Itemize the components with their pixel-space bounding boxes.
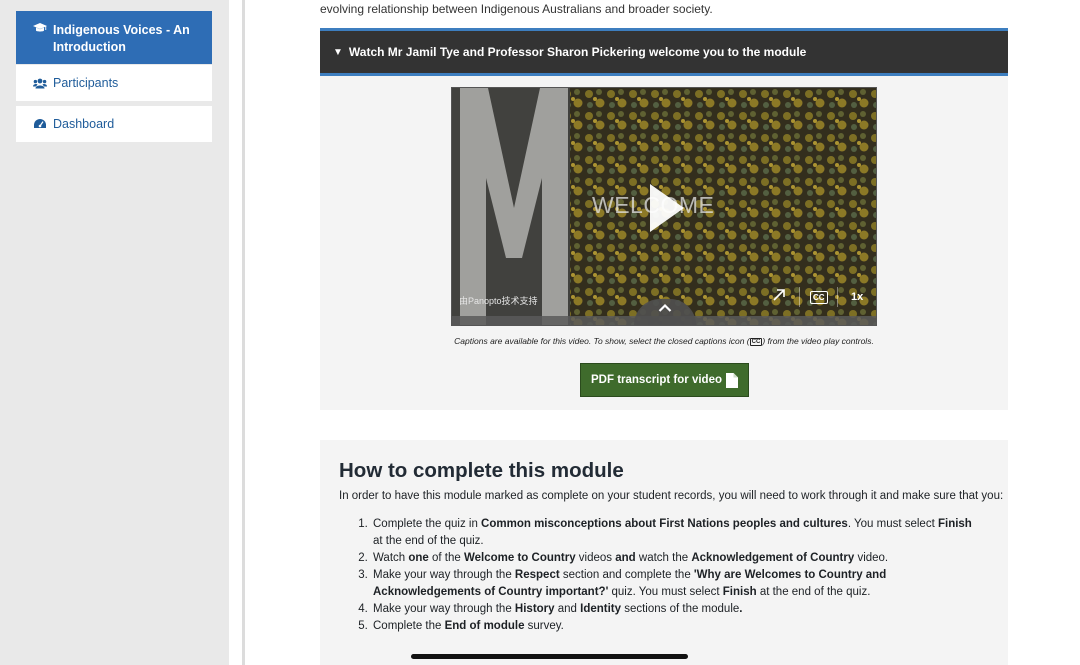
list-item: Complete the quiz in Common misconceptio… bbox=[371, 516, 979, 550]
list-item: Watch one of the Welcome to Country vide… bbox=[371, 550, 979, 567]
triangle-down-icon: ▼ bbox=[333, 46, 343, 58]
sidebar-item-participants[interactable]: Participants bbox=[16, 65, 212, 101]
section-heading: How to complete this module bbox=[339, 459, 624, 482]
video-section: ▼ Watch Mr Jamil Tye and Professor Sharo… bbox=[320, 28, 1008, 410]
sidebar-item-label: Indigenous Voices - An Introduction bbox=[53, 23, 190, 54]
video-section-title: Watch Mr Jamil Tye and Professor Sharon … bbox=[348, 45, 807, 59]
pdf-transcript-label: PDF transcript for video bbox=[591, 374, 722, 386]
sidebar-divider bbox=[229, 0, 245, 665]
sidebar-item-label: Participants bbox=[53, 76, 119, 90]
closed-captions-icon[interactable]: CC bbox=[810, 291, 828, 304]
home-indicator bbox=[411, 654, 688, 659]
section-intro: In order to have this module marked as c… bbox=[339, 490, 1004, 502]
video-player[interactable]: WELCOME 由Panopto技术支持 CC 1x bbox=[451, 87, 877, 326]
sidebar-item-dashboard[interactable]: Dashboard bbox=[16, 106, 212, 142]
fullscreen-arrow-icon[interactable] bbox=[772, 288, 786, 305]
graduation-cap-icon bbox=[33, 22, 47, 34]
list-item: Complete the End of module survey. bbox=[371, 618, 979, 635]
closed-captions-inline-icon: CC bbox=[749, 337, 763, 346]
controls-divider bbox=[837, 287, 838, 307]
dashboard-icon bbox=[33, 118, 47, 130]
complete-module-section: How to complete this module In order to … bbox=[320, 440, 1008, 665]
caption-note: Captions are available for this video. T… bbox=[454, 336, 874, 346]
list-item: Make your way through the History and Id… bbox=[371, 601, 979, 618]
intro-text: evolving relationship between Indigenous… bbox=[320, 2, 713, 16]
video-section-toggle[interactable]: ▼ Watch Mr Jamil Tye and Professor Sharo… bbox=[320, 28, 1008, 76]
play-icon[interactable] bbox=[648, 182, 686, 234]
controls-divider bbox=[799, 287, 800, 307]
panopto-watermark: 由Panopto技术支持 bbox=[459, 296, 538, 306]
list-item: Make your way through the Respect sectio… bbox=[371, 567, 979, 601]
users-icon bbox=[33, 78, 47, 89]
sidebar: Indigenous Voices - An Introduction Part… bbox=[0, 0, 229, 665]
chevron-up-icon bbox=[658, 303, 672, 312]
sidebar-item-label: Dashboard bbox=[53, 117, 115, 131]
pdf-transcript-button[interactable]: PDF transcript for video bbox=[580, 363, 749, 397]
sidebar-item-course-home[interactable]: Indigenous Voices - An Introduction bbox=[16, 11, 212, 64]
steps-list: Complete the quiz in Common misconceptio… bbox=[339, 516, 979, 635]
file-icon bbox=[726, 372, 738, 388]
playback-speed-button[interactable]: 1x bbox=[851, 291, 863, 303]
